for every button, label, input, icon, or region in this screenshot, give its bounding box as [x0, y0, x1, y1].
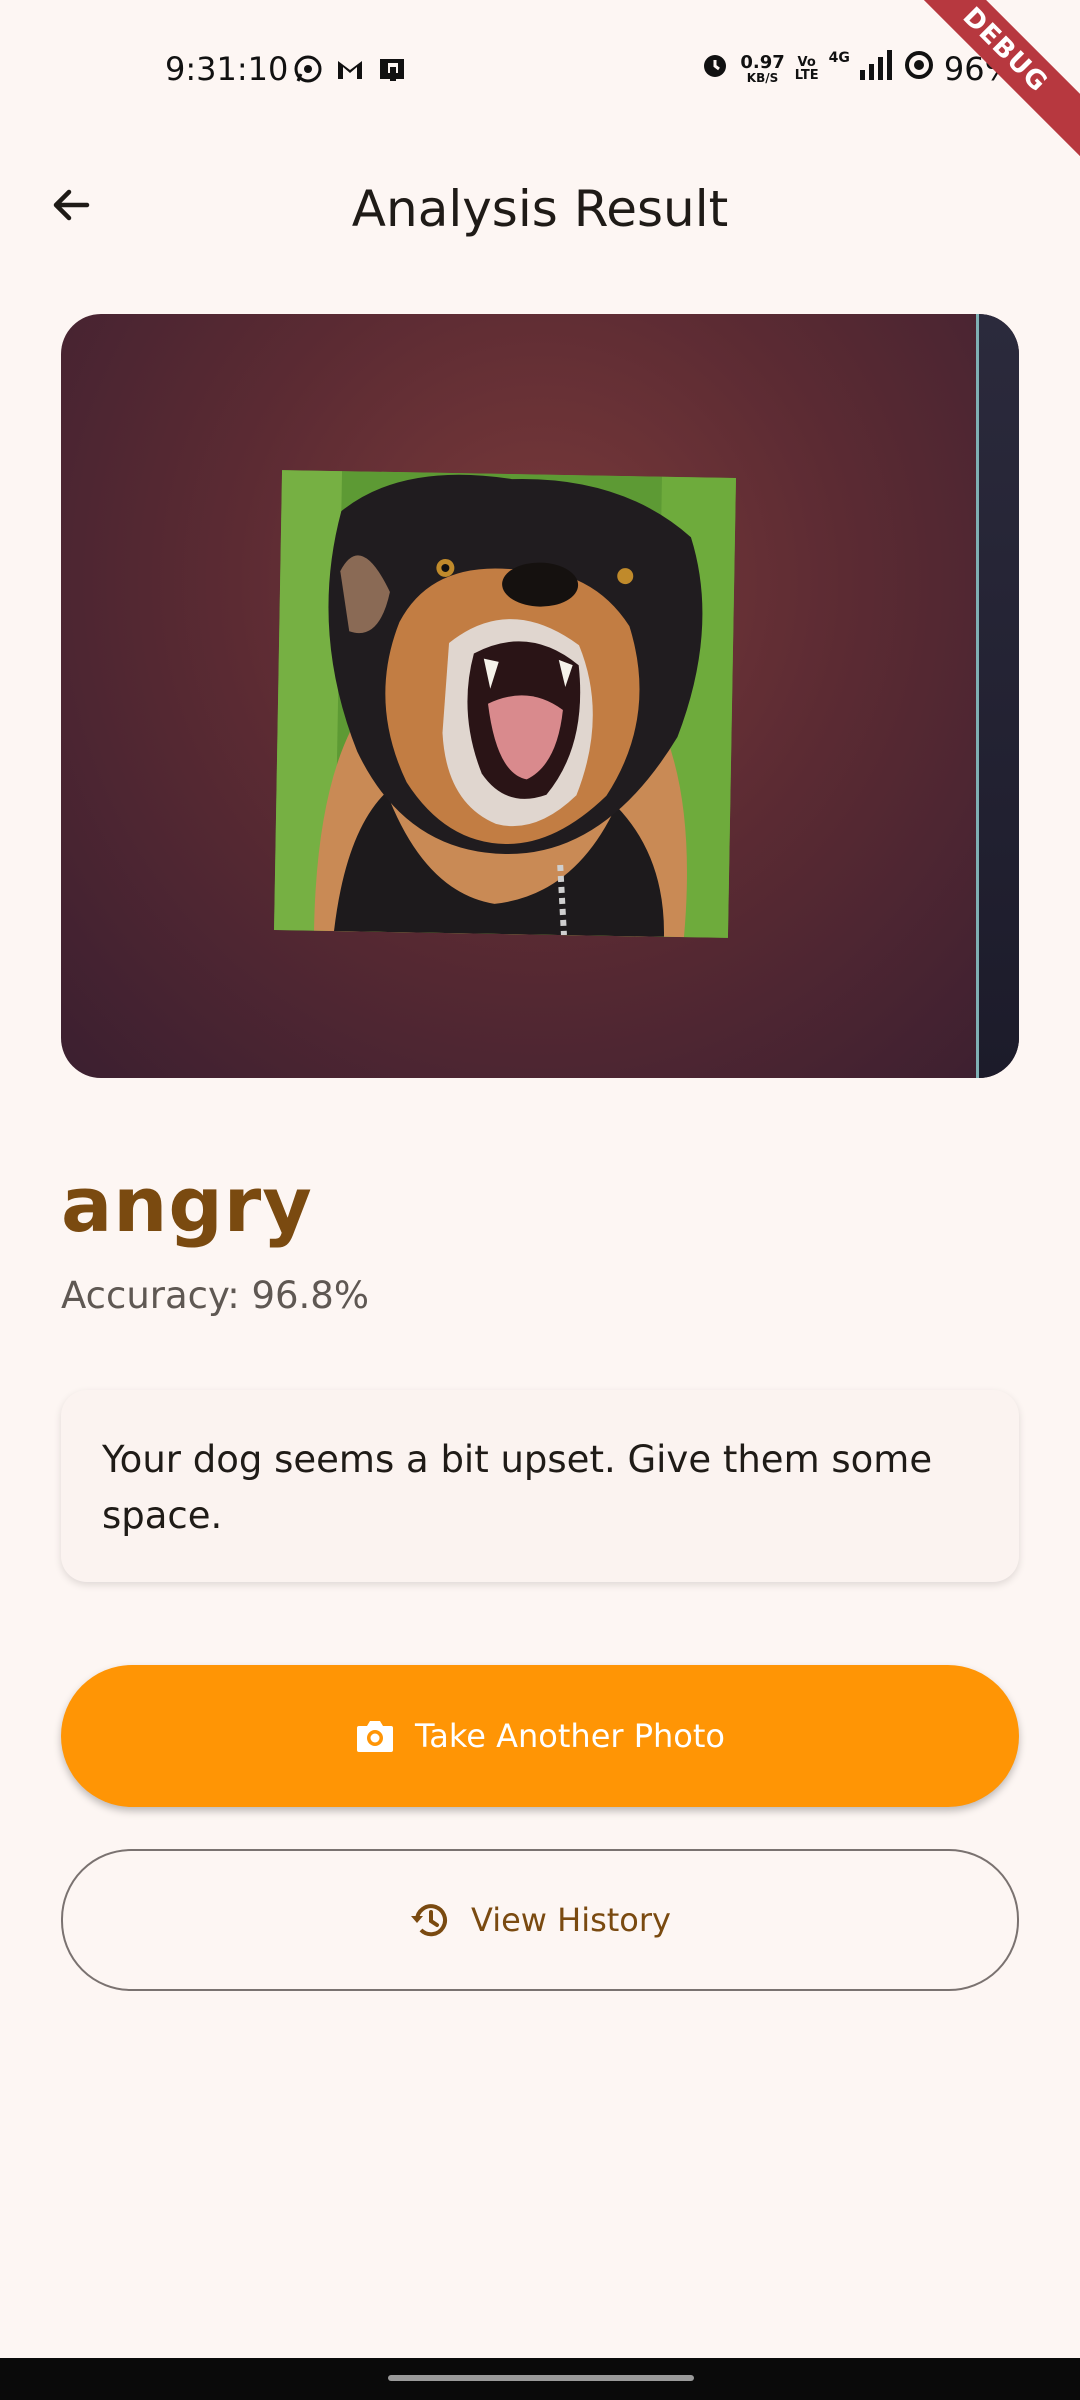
emotion-label: angry: [61, 1160, 313, 1249]
accuracy-text: Accuracy: 96.8%: [61, 1274, 369, 1317]
alarm-icon: [700, 50, 730, 88]
notification-icons: [292, 53, 408, 85]
net-speed-value: 0.97: [740, 52, 785, 73]
network-type: 4G: [828, 50, 850, 66]
view-history-button[interactable]: View History: [61, 1849, 1019, 1991]
take-another-photo-button[interactable]: Take Another Photo: [61, 1665, 1019, 1807]
whatsapp-icon: [292, 53, 324, 85]
data-saver-icon: [904, 50, 934, 88]
take-another-photo-label: Take Another Photo: [415, 1717, 725, 1755]
network-speed: 0.97 KB/S: [740, 52, 785, 85]
dog-image: [274, 470, 736, 938]
camera-icon: [357, 1721, 393, 1752]
status-bar: 9:31:10 0.97 KB/S Vo LTE 4G 96%: [0, 0, 1080, 140]
volte-indicator: Vo LTE: [795, 56, 819, 82]
advice-message: Your dog seems a bit upset. Give them so…: [102, 1438, 933, 1537]
volte-bottom: LTE: [794, 68, 819, 83]
signal-icon: [859, 50, 894, 88]
analyzed-photo: [61, 314, 1019, 1078]
app-notification-icon: [376, 53, 408, 85]
status-right-cluster: 0.97 KB/S Vo LTE 4G 96%: [700, 50, 1015, 88]
monitor-bezel-line: [976, 314, 979, 1078]
app-bar: Analysis Result: [0, 140, 1080, 280]
home-indicator[interactable]: [388, 2375, 694, 2381]
advice-card: Your dog seems a bit upset. Give them so…: [61, 1390, 1019, 1582]
history-icon: [411, 1904, 447, 1937]
net-speed-unit: KB/S: [746, 71, 779, 85]
view-history-label: View History: [471, 1901, 671, 1939]
monitor-edge: [979, 314, 1019, 1078]
page-title: Analysis Result: [351, 180, 729, 238]
status-time: 9:31:10: [165, 50, 289, 88]
gmail-icon: [334, 53, 366, 85]
